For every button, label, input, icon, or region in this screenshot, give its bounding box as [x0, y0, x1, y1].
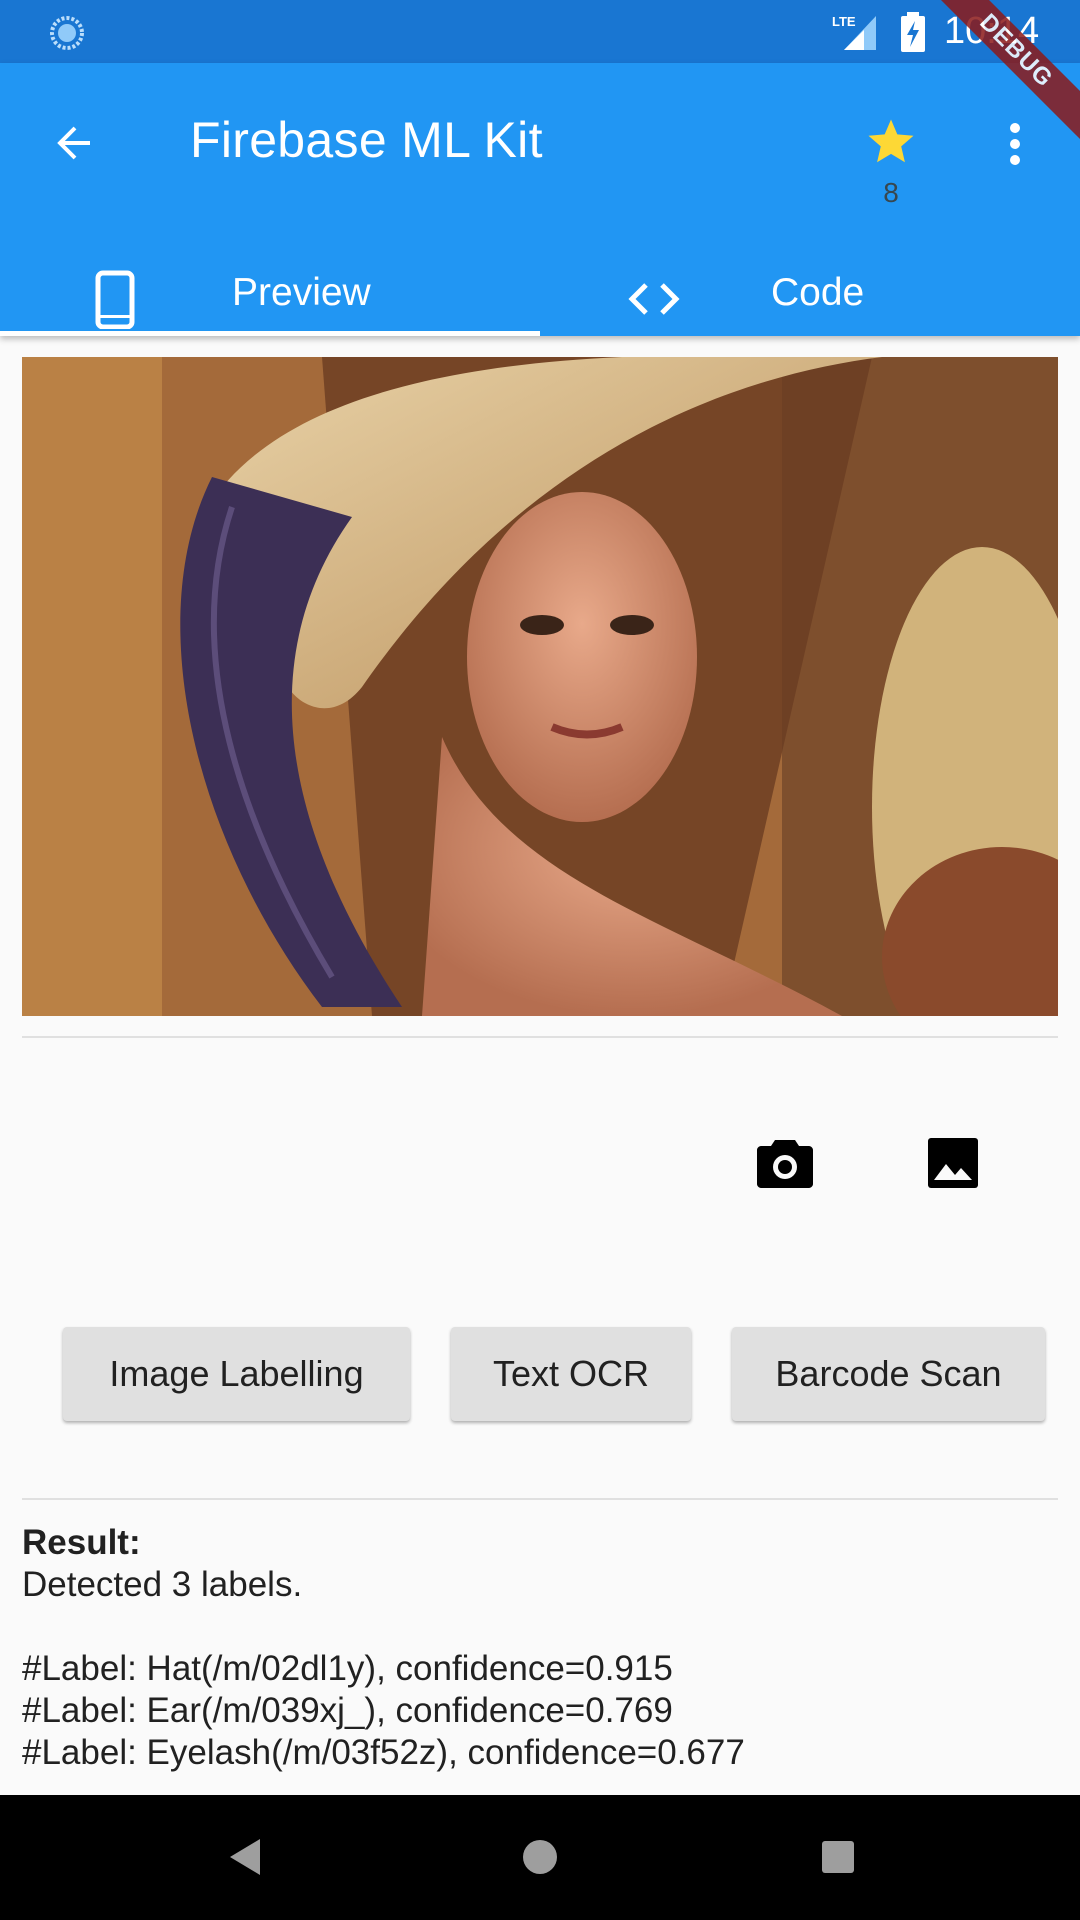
- divider-bottom: [22, 1498, 1058, 1500]
- signal-icon: LTE: [830, 12, 880, 52]
- back-button[interactable]: [40, 109, 108, 177]
- camera-icon: [757, 1140, 813, 1188]
- tab-bar: Preview Code: [0, 253, 1080, 336]
- gallery-button[interactable]: [918, 1128, 988, 1198]
- star-button[interactable]: 8: [858, 115, 924, 208]
- code-icon: [628, 283, 680, 315]
- nav-recents-icon: [822, 1841, 854, 1873]
- camera-button[interactable]: [750, 1128, 820, 1198]
- image-icon: [928, 1138, 978, 1188]
- photo-illustration: [22, 357, 1058, 1016]
- more-options-button[interactable]: [990, 109, 1040, 179]
- arrow-back-icon: [57, 126, 90, 160]
- network-label: LTE: [832, 14, 856, 29]
- app-bar: Firebase ML Kit 8 Preview Code: [0, 63, 1080, 336]
- text-ocr-button[interactable]: Text OCR: [451, 1327, 691, 1421]
- result-panel: Result: Detected 3 labels. #Label: Hat(/…: [22, 1522, 1058, 1774]
- result-label-line: #Label: Ear(/m/039xj_), confidence=0.769: [22, 1691, 673, 1730]
- sync-icon: [50, 16, 84, 50]
- result-label-line: #Label: Hat(/m/02dl1y), confidence=0.915: [22, 1649, 673, 1688]
- navigation-bar: [0, 1795, 1080, 1920]
- nav-recents-button[interactable]: [808, 1827, 868, 1887]
- result-spacer: [22, 1606, 1058, 1648]
- star-icon: [868, 119, 914, 163]
- nav-home-icon: [523, 1840, 557, 1874]
- nav-back-icon: [230, 1839, 260, 1875]
- tab-preview[interactable]: Preview: [0, 253, 540, 336]
- tab-preview-label: Preview: [232, 271, 371, 314]
- status-bar: LTE 10:14: [0, 0, 1080, 63]
- nav-home-button[interactable]: [510, 1827, 570, 1887]
- divider-top: [22, 1036, 1058, 1038]
- battery-charging-icon: [901, 12, 925, 52]
- nav-back-button[interactable]: [214, 1827, 274, 1887]
- star-count: 8: [883, 177, 899, 208]
- screen: LTE 10:14 Firebase ML Kit 8: [0, 0, 1080, 1920]
- more-vert-icon: [1010, 123, 1020, 165]
- result-title: Result:: [22, 1523, 141, 1562]
- tab-indicator: [0, 331, 540, 336]
- result-label-line: #Label: Eyelash(/m/03f52z), confidence=0…: [22, 1733, 745, 1772]
- phone-icon: [95, 270, 135, 329]
- selected-photo: [22, 357, 1058, 1016]
- tab-code[interactable]: Code: [540, 253, 1080, 336]
- barcode-scan-button[interactable]: Barcode Scan: [732, 1327, 1045, 1421]
- tab-code-label: Code: [771, 271, 865, 314]
- app-title: Firebase ML Kit: [190, 112, 543, 168]
- result-summary: Detected 3 labels.: [22, 1565, 303, 1604]
- image-labelling-button[interactable]: Image Labelling: [63, 1327, 410, 1421]
